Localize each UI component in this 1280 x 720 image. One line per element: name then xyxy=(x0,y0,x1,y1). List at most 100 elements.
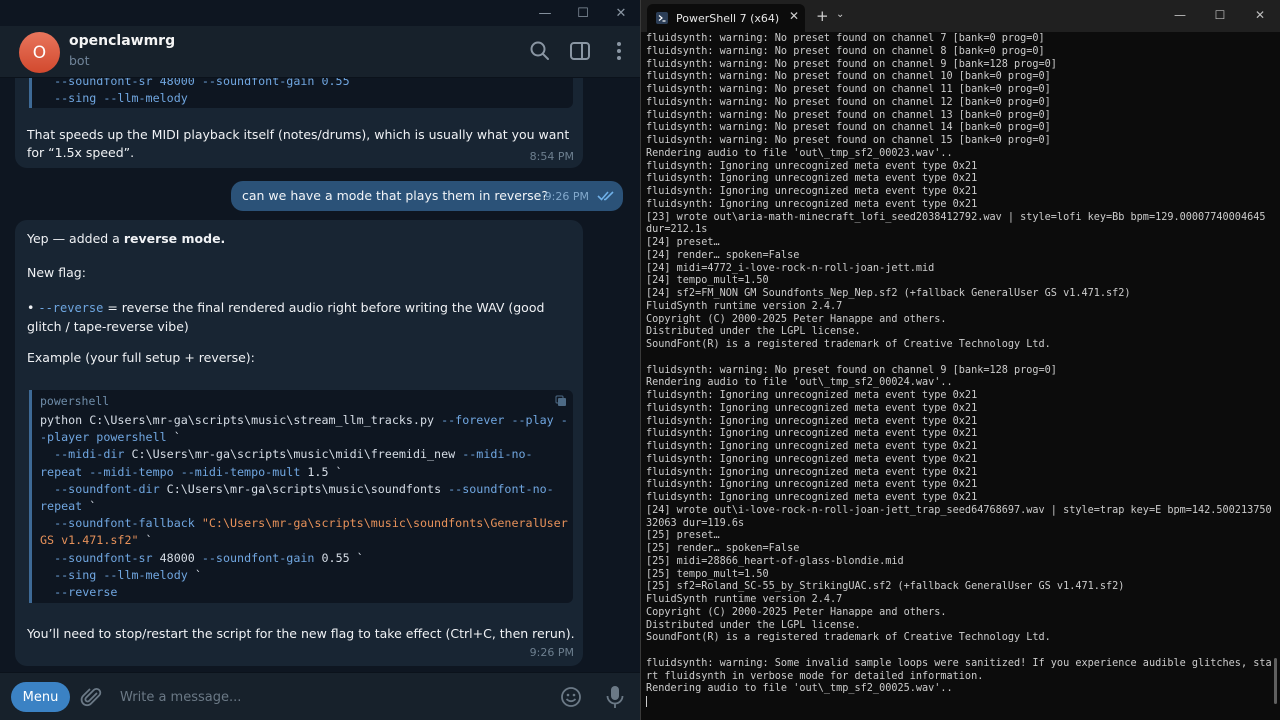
powershell-icon xyxy=(656,12,668,24)
terminal-line: Rendering audio to file 'out\_tmp_sf2_00… xyxy=(646,147,953,159)
emoji-icon[interactable] xyxy=(560,686,582,708)
inline-code-flag[interactable]: --reverse xyxy=(38,301,103,315)
message-bubble-incoming[interactable]: Yep — added a reverse mode. New flag: • … xyxy=(15,220,583,666)
terminal-line: SoundFont(R) is a registered trademark o… xyxy=(646,339,1051,350)
message-input[interactable] xyxy=(112,686,532,708)
tg-minimize-button[interactable]: — xyxy=(526,0,564,26)
message-time: 9:26 PM xyxy=(544,190,589,203)
terminal-line: Distributed under the LGPL license. xyxy=(646,619,861,631)
telegram-window: — ☐ ✕ O openclawmrg bot --soundfont-sr 4… xyxy=(0,0,640,720)
terminal-line: fluidsynth: Ignoring unrecognized meta e… xyxy=(646,441,978,452)
terminal-line: fluidsynth: Ignoring unrecognized meta e… xyxy=(646,428,978,440)
tab-title: PowerShell 7 (x64) xyxy=(676,12,780,25)
ps-close-button[interactable]: ✕ xyxy=(1240,0,1280,30)
terminal-tab[interactable]: PowerShell 7 (x64) ✕ xyxy=(647,4,805,32)
message-bubble-incoming[interactable]: --soundfont-sr 48000 --soundfont-gain 0.… xyxy=(15,78,583,168)
tg-maximize-button[interactable]: ☐ xyxy=(564,0,602,26)
flag-desc-text: = reverse the final rendered audio right… xyxy=(27,300,545,334)
sidebar-toggle-icon[interactable] xyxy=(569,40,591,62)
terminal-line: fluidsynth: Ignoring unrecognized meta e… xyxy=(646,492,978,503)
intro-text: Yep — added a xyxy=(27,231,124,246)
ps-minimize-button[interactable]: — xyxy=(1160,0,1200,30)
microphone-icon[interactable] xyxy=(606,685,624,709)
message-bubble-outgoing[interactable]: can we have a mode that plays them in re… xyxy=(231,181,623,211)
terminal-line: fluidsynth: Ignoring unrecognized meta e… xyxy=(646,160,978,172)
message-note: You’ll need to stop/restart the script f… xyxy=(27,626,575,641)
message-text: That speeds up the MIDI playback itself … xyxy=(27,127,570,160)
terminal-line: SoundFont(R) is a registered trademark o… xyxy=(646,632,1051,644)
terminal-prompt-line[interactable] xyxy=(646,696,1274,709)
terminal-scrollbar[interactable] xyxy=(1274,658,1277,704)
terminal-line: fluidsynth: warning: No preset found on … xyxy=(646,45,1045,57)
terminal-cursor xyxy=(646,696,647,707)
message-intro: Yep — added a reverse mode. xyxy=(27,230,225,248)
terminal-line: [24] midi=4772_i-love-rock-n-roll-joan-j… xyxy=(646,262,935,274)
terminal-titlebar: PowerShell 7 (x64) ✕ + ⌄ — ☐ ✕ xyxy=(641,0,1280,32)
terminal-line: fluidsynth: warning: No preset found on … xyxy=(646,122,1051,134)
copy-icon[interactable] xyxy=(555,395,567,407)
search-icon[interactable] xyxy=(529,40,551,62)
terminal-line: fluidsynth: Ignoring unrecognized meta e… xyxy=(646,453,978,465)
flag-description: • --reverse = reverse the final rendered… xyxy=(27,299,575,335)
chat-header: O openclawmrg bot xyxy=(0,26,640,78)
terminal-line: fluidsynth: warning: No preset found on … xyxy=(646,96,1051,108)
code-line: --sing --llm-melody ` xyxy=(40,567,202,582)
terminal-line: [25] preset… xyxy=(646,530,720,542)
terminal-line: fluidsynth: warning: No preset found on … xyxy=(646,364,1057,376)
tg-close-button[interactable]: ✕ xyxy=(602,0,640,26)
terminal-line: fluidsynth: warning: No preset found on … xyxy=(646,71,1051,83)
terminal-line: [24] wrote out\i-love-rock-n-roll-joan-j… xyxy=(646,504,1272,516)
terminal-line: fluidsynth: Ignoring unrecognized meta e… xyxy=(646,466,978,478)
terminal-line: [25] tempo_mult=1.50 xyxy=(646,568,769,580)
code-text: --soundfont-sr 48000 --soundfont-gain 0.… xyxy=(40,78,350,107)
avatar[interactable]: O xyxy=(19,32,60,73)
terminal-line: [23] wrote out\aria-math-minecraft_lofi_… xyxy=(646,211,1266,223)
example-heading: Example (your full setup + reverse): xyxy=(27,350,255,365)
code-line: python C:\Users\mr-ga\scripts\music\stre… xyxy=(40,413,568,445)
terminal-line: fluidsynth: warning: No preset found on … xyxy=(646,33,1045,44)
terminal-line: FluidSynth runtime version 2.4.7 xyxy=(646,594,843,605)
code-line: --soundfont-dir C:\Users\mr-ga\scripts\m… xyxy=(40,481,554,514)
code-language-label: powershell xyxy=(40,394,110,408)
terminal-line: Rendering audio to file 'out\_tmp_sf2_00… xyxy=(646,377,953,389)
read-checkmarks-icon xyxy=(597,191,614,201)
terminal-line: fluidsynth: Ignoring unrecognized meta e… xyxy=(646,390,978,401)
code-line: --soundfont-sr 48000 --soundfont-gain 0.… xyxy=(40,78,350,88)
tab-dropdown-icon[interactable]: ⌄ xyxy=(836,9,844,20)
terminal-output[interactable]: fluidsynth: warning: No preset found on … xyxy=(646,33,1274,718)
ps-maximize-button[interactable]: ☐ xyxy=(1200,0,1240,30)
terminal-line: 32063 dur=119.6s xyxy=(646,517,745,529)
message-list[interactable]: --soundfont-sr 48000 --soundfont-gain 0.… xyxy=(0,78,640,672)
tab-close-icon[interactable]: ✕ xyxy=(789,9,799,23)
terminal-line: [25] render… spoken=False xyxy=(646,543,800,554)
terminal-line: [24] tempo_mult=1.50 xyxy=(646,275,769,287)
terminal-line: fluidsynth: Ignoring unrecognized meta e… xyxy=(646,186,978,197)
terminal-line: fluidsynth: Ignoring unrecognized meta e… xyxy=(646,479,978,491)
more-icon[interactable] xyxy=(608,40,630,62)
terminal-line: [24] render… spoken=False xyxy=(646,249,800,261)
ps-window-controls: — ☐ ✕ xyxy=(1160,0,1280,30)
chat-title[interactable]: openclawmrg xyxy=(69,33,175,49)
tg-window-controls: — ☐ ✕ xyxy=(526,0,640,26)
message-time: 9:26 PM xyxy=(529,646,574,659)
terminal-line: [24] preset… xyxy=(646,237,720,248)
menu-button[interactable]: Menu xyxy=(11,682,70,712)
powershell-window: PowerShell 7 (x64) ✕ + ⌄ — ☐ ✕ fluidsynt… xyxy=(641,0,1280,720)
code-line: --soundfont-sr 48000 --soundfont-gain 0.… xyxy=(40,550,364,565)
bullet: • xyxy=(27,300,39,315)
terminal-line: Copyright (C) 2000-2025 Peter Hanappe an… xyxy=(646,606,947,618)
attach-icon[interactable] xyxy=(80,686,104,710)
terminal-line: fluidsynth: warning: Some invalid sample… xyxy=(646,657,1272,669)
terminal-line: fluidsynth: warning: No preset found on … xyxy=(646,58,1057,70)
message-composer: Menu xyxy=(0,672,640,720)
terminal-line: fluidsynth: Ignoring unrecognized meta e… xyxy=(646,402,978,414)
new-tab-button[interactable]: + xyxy=(816,7,829,25)
flag-heading: New flag: xyxy=(27,265,86,280)
code-block[interactable]: powershell python C:\Users\mr-ga\scripts… xyxy=(29,390,573,603)
code-line: --midi-dir C:\Users\mr-ga\scripts\music\… xyxy=(40,447,533,479)
chat-subtitle: bot xyxy=(69,53,90,68)
code-line: --soundfont-fallback "C:\Users\mr-ga\scr… xyxy=(40,516,575,548)
code-block[interactable]: --soundfont-sr 48000 --soundfont-gain 0.… xyxy=(29,78,573,108)
terminal-line: Rendering audio to file 'out\_tmp_sf2_00… xyxy=(646,683,953,695)
